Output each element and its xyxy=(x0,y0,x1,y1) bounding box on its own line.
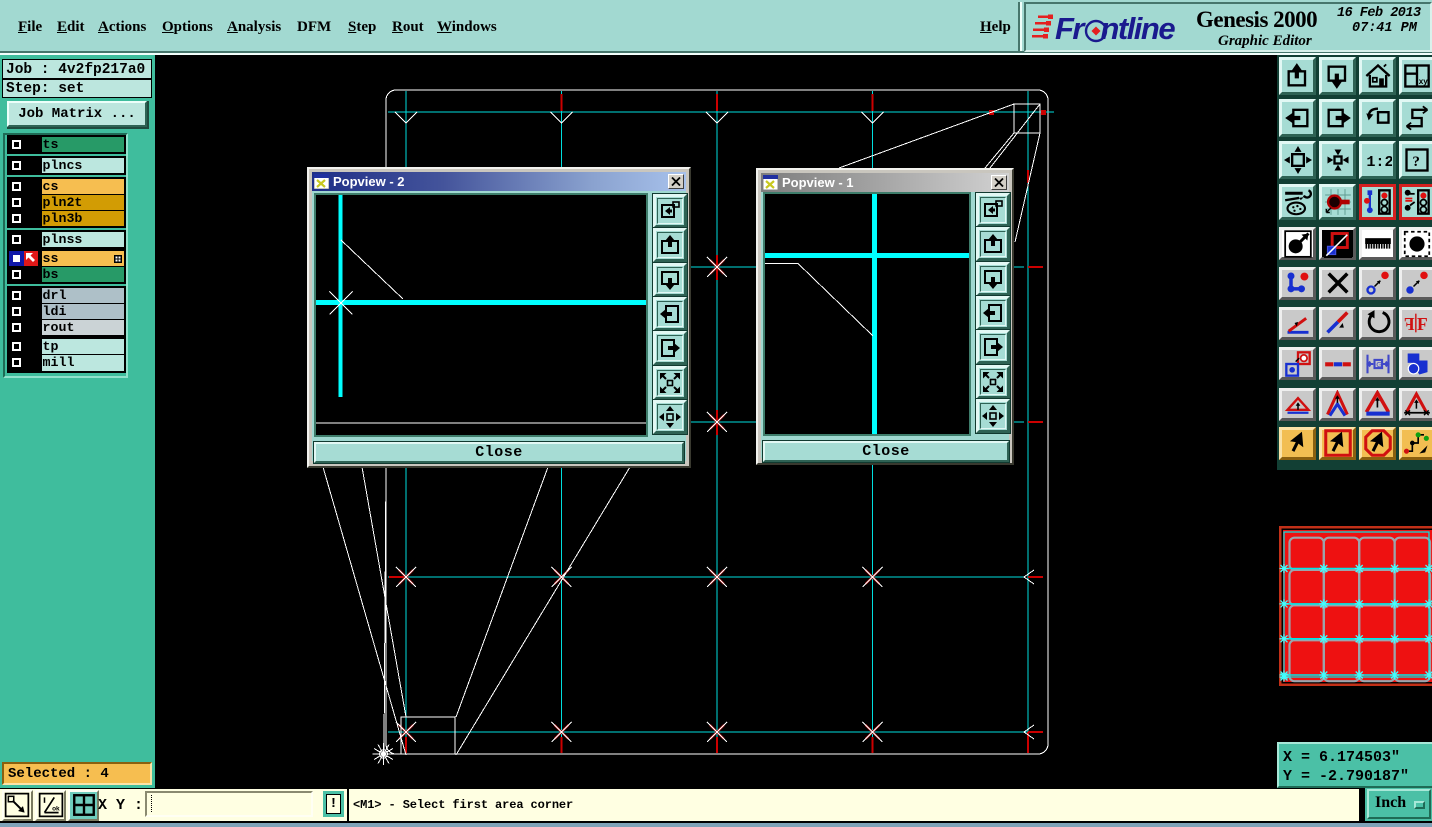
svg-text:F: F xyxy=(1404,314,1415,334)
svg-text:ok: ok xyxy=(52,805,60,812)
svg-text:xy: xy xyxy=(1419,77,1429,86)
svg-text:F: F xyxy=(1417,314,1428,334)
svg-text:?: ? xyxy=(1412,153,1420,170)
svg-text:G: G xyxy=(1376,359,1382,368)
svg-text:1:2: 1:2 xyxy=(1366,153,1392,171)
